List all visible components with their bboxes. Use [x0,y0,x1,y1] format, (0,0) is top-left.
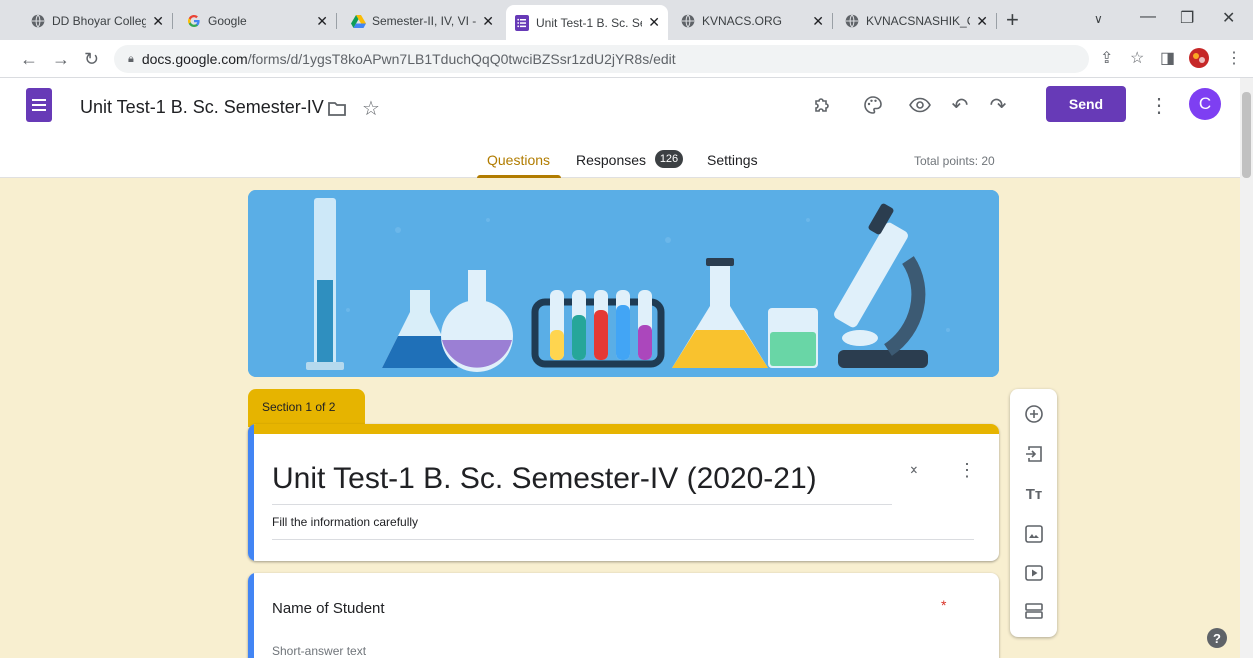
url-host: docs.google.com [141,51,248,67]
browser-tab[interactable]: Semester-II, IV, VI - ✕ [342,6,502,36]
address-bar[interactable]: 🔒︎ docs.google.com/forms/d/1ygsT8koAPwn7… [114,45,1089,73]
close-tab-icon[interactable]: ✕ [482,13,494,30]
tab-title: Semester-II, IV, VI - [372,14,477,28]
folder-icon[interactable] [324,96,350,122]
lock-icon: 🔒︎ [128,52,134,65]
addons-puzzle-icon[interactable] [809,92,835,118]
tab-divider [996,13,997,29]
globe-icon [680,13,696,29]
tab-title: DD Bhoyar College [52,14,147,28]
active-tab-indicator [477,175,561,178]
form-title-card[interactable]: Unit Test-1 B. Sc. Semester-IV (2020-21)… [248,424,999,561]
restore-icon[interactable]: ❐ [1180,8,1194,28]
browser-menu-icon[interactable]: ⋮ [1226,50,1242,68]
tab-divider [832,13,833,29]
responses-count-badge: 126 [655,150,683,168]
question-toolbar: Tт [1010,389,1057,637]
bookmark-star-icon[interactable]: ☆ [1130,50,1144,68]
close-window-icon[interactable]: ✕ [1222,8,1235,28]
tab-title: Google [208,14,247,28]
google-drive-icon [350,13,366,29]
palette-icon[interactable] [860,92,886,118]
add-title-description-icon[interactable]: Tт [1022,482,1046,506]
scrollbar-thumb[interactable] [1242,92,1251,178]
close-tab-icon[interactable]: ✕ [812,13,824,30]
forms-header: Unit Test-1 B. Sc. Semester-IV ☆ ↶ ↷ Sen… [0,78,1240,178]
preview-eye-icon[interactable] [907,92,933,118]
redo-icon[interactable]: ↷ [985,92,1011,118]
required-asterisk: * [941,597,947,613]
undo-icon[interactable]: ↶ [947,92,973,118]
google-forms-icon[interactable] [26,88,52,122]
google-icon [186,13,202,29]
globe-icon [30,13,46,29]
add-section-icon[interactable] [1022,599,1046,623]
form-doc-title[interactable]: Unit Test-1 B. Sc. Semester-IV [80,97,324,118]
question-title[interactable]: Name of Student [272,600,385,617]
tab-settings[interactable]: Settings [707,152,758,168]
browser-tab[interactable]: KVNACSNASHIK_C ✕ [836,6,997,36]
browser-tab[interactable]: DD Bhoyar College ✕ [22,6,173,36]
side-panel-icon[interactable]: ◨ [1160,50,1175,68]
tab-title: KVNACS.ORG [702,14,783,28]
help-icon[interactable]: ? [1207,628,1227,648]
tab-questions[interactable]: Questions [487,152,550,168]
total-points: Total points: 20 [914,154,995,168]
new-tab-button[interactable]: + [1006,8,1019,32]
add-video-icon[interactable] [1022,561,1046,585]
browser-tab[interactable]: KVNACS.ORG ✕ [672,6,833,36]
share-icon[interactable]: ⇪ [1100,50,1113,68]
tab-search-icon[interactable]: ∨ [1094,12,1103,26]
tab-title: Unit Test-1 B. Sc. Se [536,15,643,30]
close-tab-icon[interactable]: ✕ [976,13,988,30]
globe-icon [844,13,860,29]
user-avatar[interactable]: C [1189,88,1221,120]
tab-responses[interactable]: Responses [576,152,646,168]
google-forms-icon [514,14,530,31]
profile-avatar-icon[interactable] [1188,47,1210,74]
add-image-icon[interactable] [1022,522,1046,546]
reload-icon[interactable]: ↻ [84,49,99,69]
browser-tab[interactable]: Google ✕ [178,6,337,36]
short-answer-placeholder: Short-answer text [272,644,367,658]
page-scrollbar[interactable] [1240,78,1253,658]
section-label: Section 1 of 2 [248,389,365,427]
close-tab-icon[interactable]: ✕ [648,14,660,31]
url-path: /forms/d/1ygsT8koAPwn7LB1TduchQqQ0twciBZ… [247,51,676,67]
collapse-section-icon[interactable]: ⌄ ⌃ [908,458,920,482]
browser-tab-active[interactable]: Unit Test-1 B. Sc. Se ✕ [506,5,668,40]
back-icon[interactable]: ← [20,49,38,69]
add-question-icon[interactable] [1022,402,1046,426]
send-button[interactable]: Send [1046,86,1126,122]
tab-divider [336,13,337,29]
close-tab-icon[interactable]: ✕ [152,13,164,30]
minimize-icon[interactable]: — [1140,8,1156,26]
card-focus-indicator [248,424,254,561]
browser-toolbar: ← → ↻ 🔒︎ docs.google.com/forms/d/1ygsT8k… [0,40,1253,78]
close-tab-icon[interactable]: ✕ [316,13,328,30]
card-focus-indicator [248,573,254,658]
form-title-input[interactable]: Unit Test-1 B. Sc. Semester-IV (2020-21) [272,462,892,505]
forward-icon[interactable]: → [52,49,70,69]
tab-title: KVNACSNASHIK_C [866,14,971,28]
question-card[interactable]: Name of Student * Short-answer text [248,573,999,658]
form-tabs: Questions Responses Settings [0,150,1240,178]
import-questions-icon[interactable] [1022,442,1046,466]
star-icon[interactable]: ☆ [358,95,384,121]
form-header-image [248,190,999,377]
tab-divider [172,13,173,29]
more-options-icon[interactable]: ⋮ [1146,92,1172,118]
browser-tab-strip: DD Bhoyar College ✕ Google ✕ Semester-II… [0,0,1253,40]
section-more-icon[interactable]: ⋮ [958,460,976,481]
form-description-input[interactable]: Fill the information carefully [272,515,974,540]
card-theme-bar [248,424,999,434]
